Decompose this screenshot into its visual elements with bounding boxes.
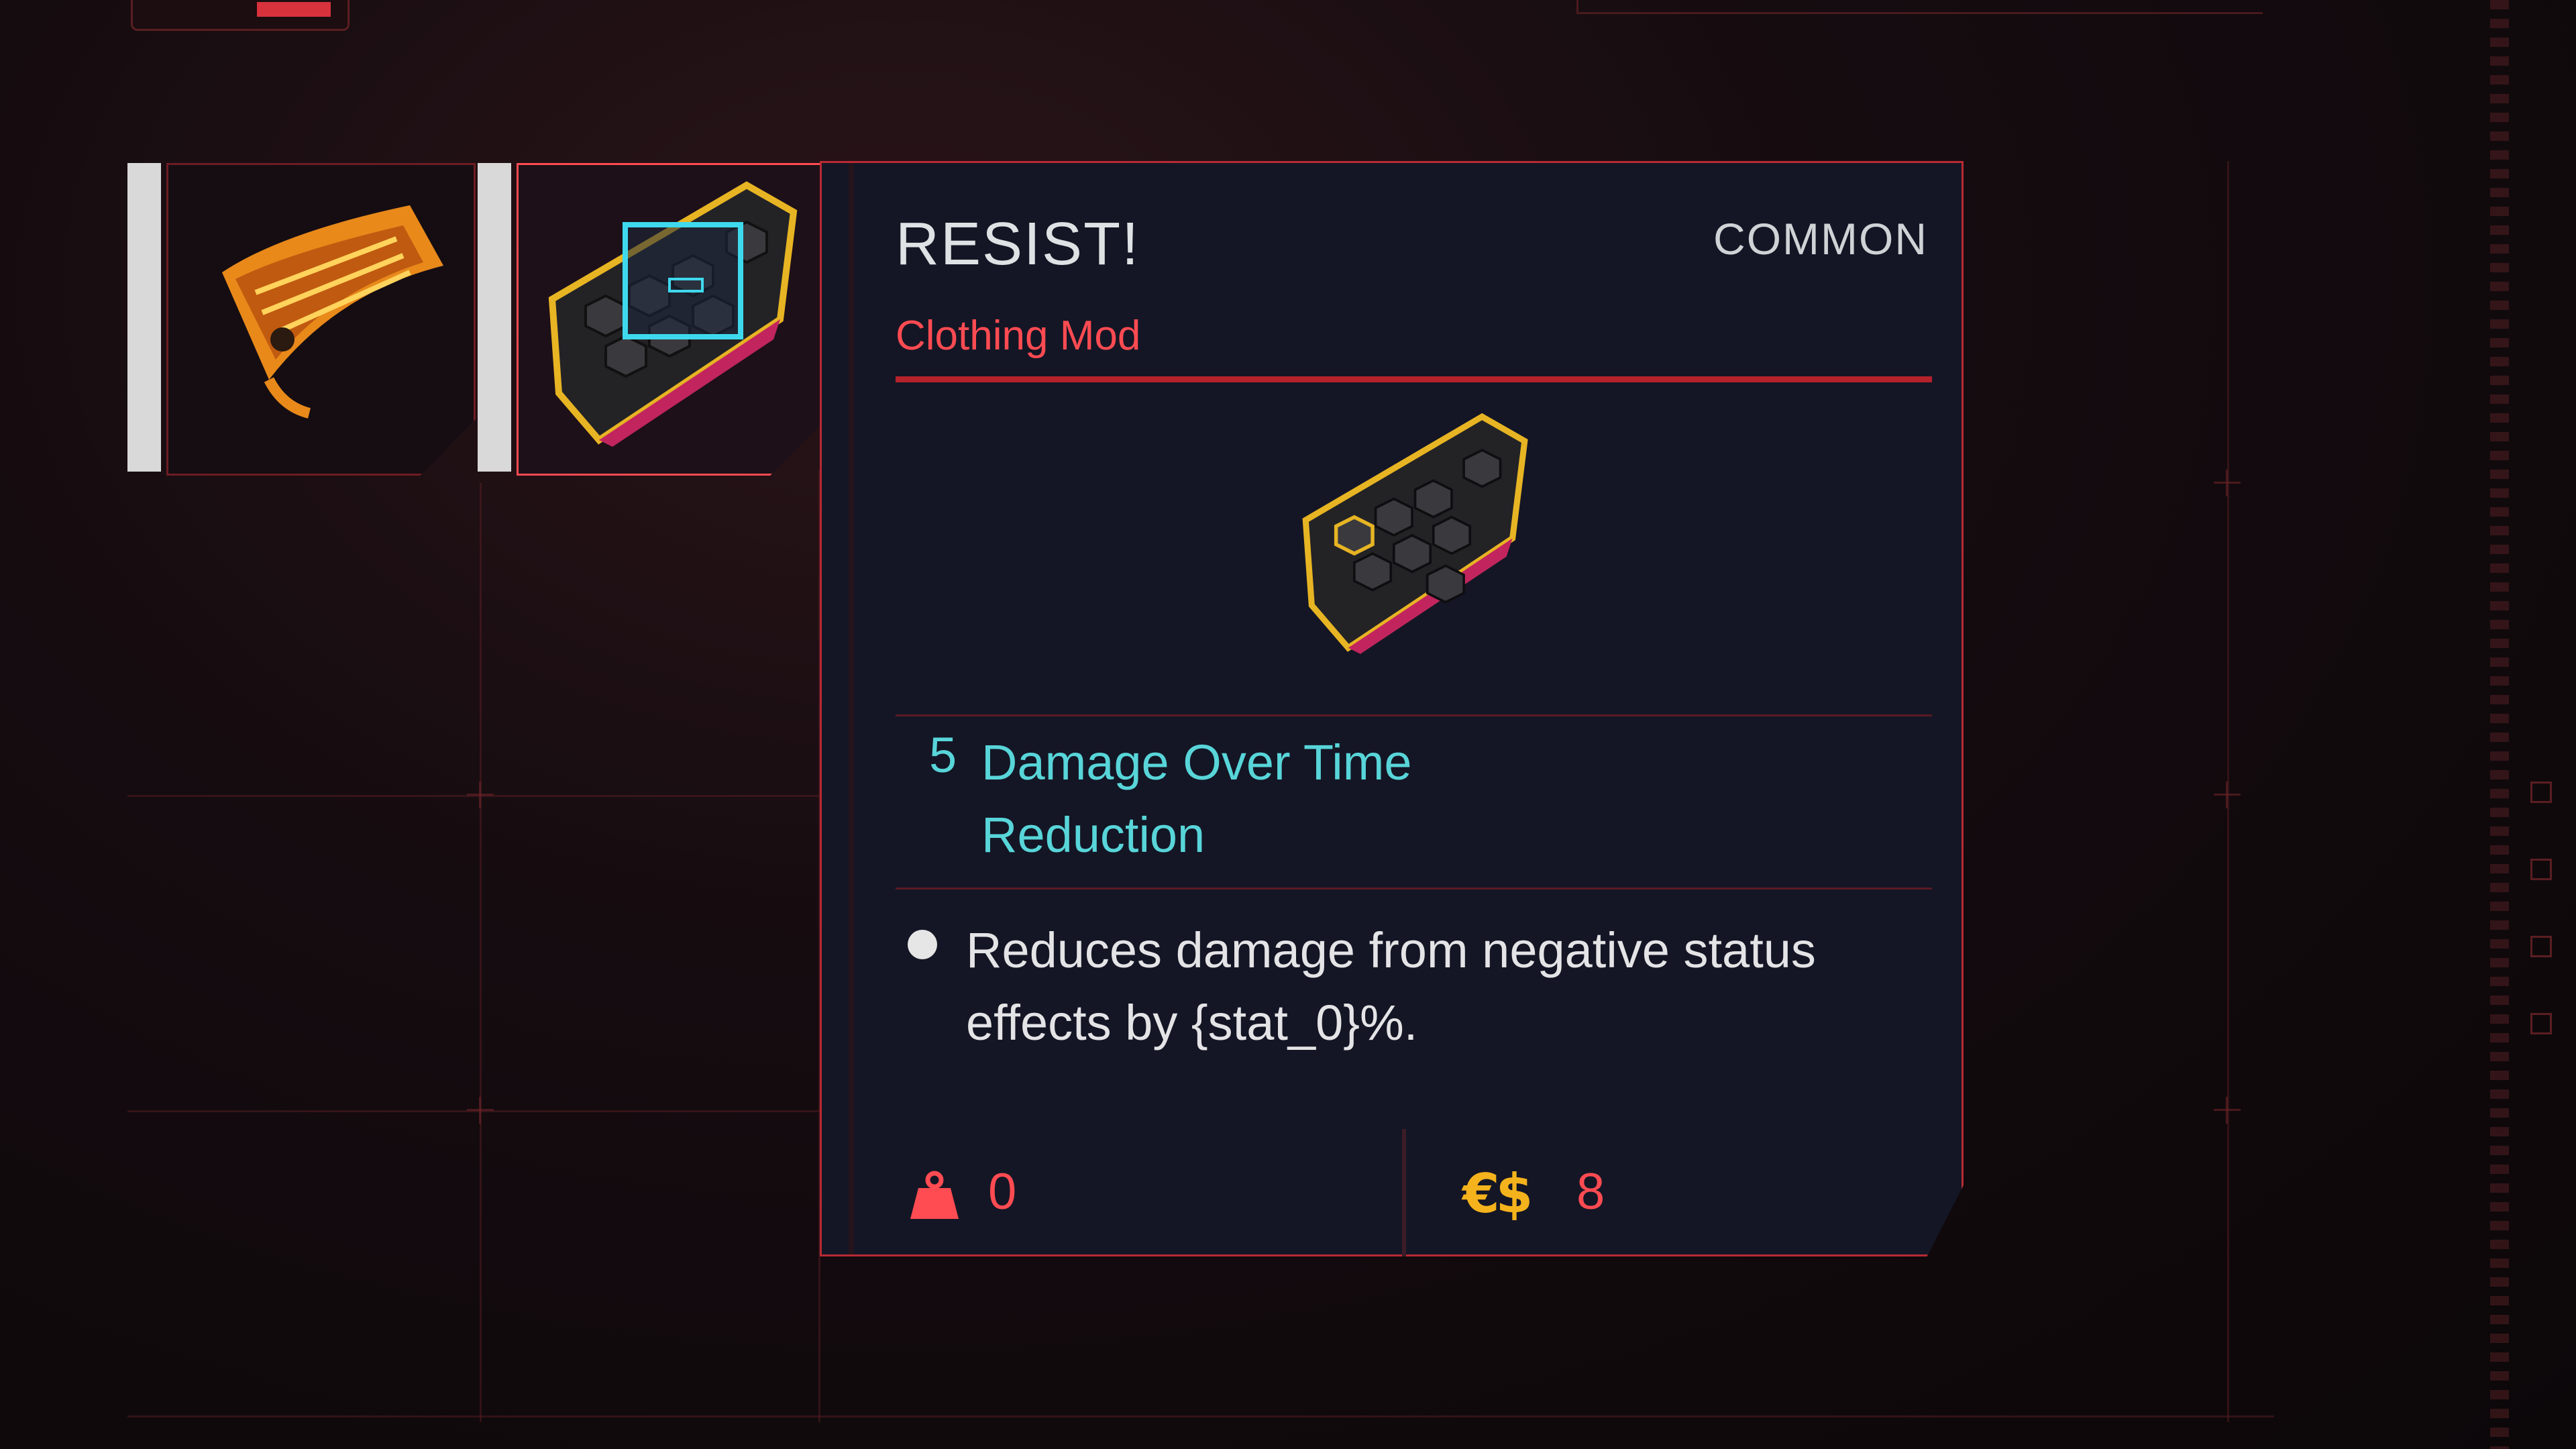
slot-frame: [166, 163, 476, 476]
right-rail: [2490, 0, 2509, 1449]
footer-divider: [1402, 1129, 1406, 1256]
rail-marker: [2530, 859, 2552, 880]
clothing-mod-icon: [222, 205, 443, 419]
item-preview-image: [1302, 413, 1528, 654]
inventory-slot-2[interactable]: [478, 163, 826, 476]
inventory-slot-1[interactable]: [127, 163, 476, 476]
stat-value: 5: [929, 727, 957, 783]
new-item-indicator: [623, 222, 743, 339]
top-left-tab: [131, 0, 350, 31]
rail-marker: [2530, 1013, 2552, 1034]
top-right-bar: [1576, 0, 2263, 14]
item-tooltip: RESIST! COMMON Clothing Mod 5 Damage Ove…: [820, 161, 1964, 1256]
bullet-icon: [908, 930, 937, 959]
separator: [896, 888, 1932, 890]
slot-marker: [478, 163, 511, 472]
item-rarity: COMMON: [1713, 214, 1928, 264]
separator: [896, 714, 1932, 716]
eurodollar-icon: €$: [1462, 1163, 1533, 1225]
slot-frame-selected: [517, 163, 826, 476]
rail-marker: [2530, 936, 2552, 957]
item-description: Reduces damage from negative status effe…: [966, 922, 1816, 1051]
weight-icon: [910, 1171, 959, 1219]
item-type: Clothing Mod: [896, 313, 1141, 359]
slot-marker: [127, 163, 161, 472]
rail-marker: [2530, 782, 2552, 803]
title-underline: [896, 376, 1932, 382]
item-weight: 0: [988, 1163, 1017, 1220]
item-name: RESIST!: [896, 211, 1140, 278]
stat-label: Damage Over Time Reduction: [981, 735, 1412, 863]
item-price: 8: [1576, 1163, 1605, 1220]
